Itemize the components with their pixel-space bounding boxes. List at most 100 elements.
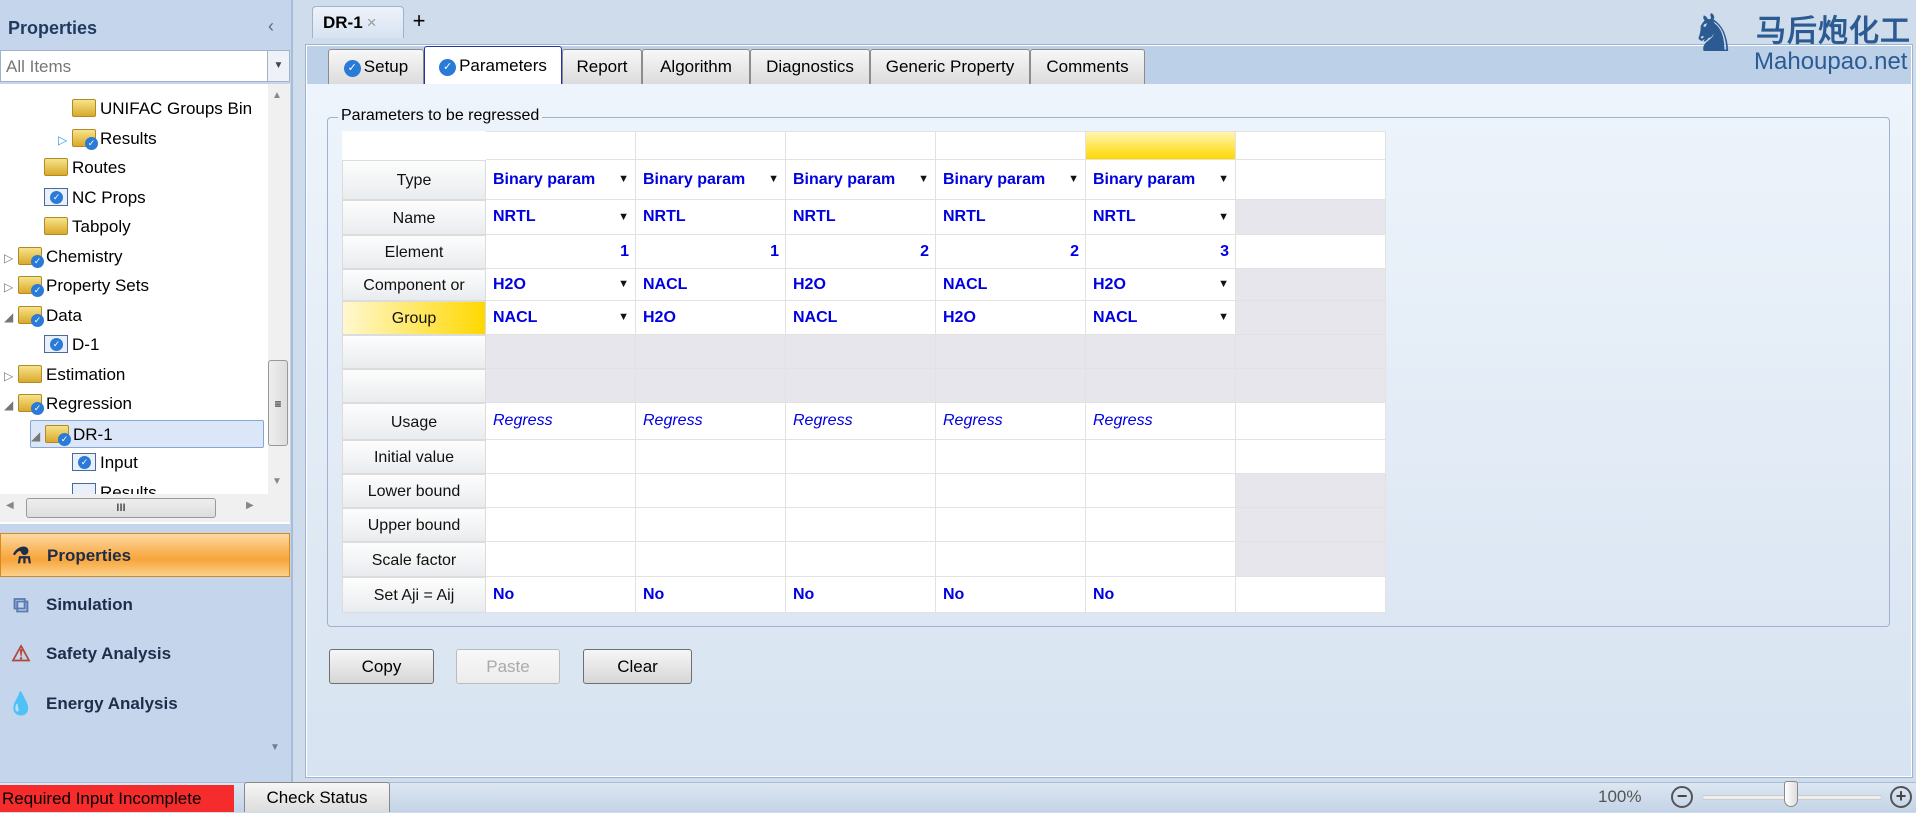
grid-cell[interactable]: No	[486, 577, 636, 613]
grid-cell[interactable]	[1236, 335, 1386, 369]
grid-cell[interactable]	[1236, 160, 1386, 200]
grid-cell[interactable]	[486, 508, 636, 542]
grid-cell[interactable]: H2O	[786, 269, 936, 301]
grid-cell[interactable]	[786, 440, 936, 474]
grid-cell[interactable]: H2O	[636, 301, 786, 335]
grid-cell[interactable]	[486, 474, 636, 508]
grid-cell[interactable]: NACL ▼	[486, 301, 636, 335]
tab-comments[interactable]: Comments	[1030, 49, 1145, 84]
grid-cell[interactable]	[1236, 508, 1386, 542]
grid-cell[interactable]	[1086, 542, 1236, 577]
grid-cell[interactable]: Regress	[786, 403, 936, 440]
zoom-slider-thumb[interactable]	[1784, 781, 1798, 807]
grid-cell[interactable]: NACL	[636, 269, 786, 301]
grid-cell[interactable]	[1236, 542, 1386, 577]
grid-cell[interactable]: 1	[636, 235, 786, 269]
tree-item-d-1[interactable]: D-1	[30, 331, 99, 359]
grid-cell[interactable]	[1236, 269, 1386, 301]
zoom-out-icon[interactable]: −	[1671, 786, 1693, 808]
grid-cell[interactable]	[636, 369, 786, 403]
grid-cell[interactable]: No	[636, 577, 786, 613]
grid-cell[interactable]: NRTL	[936, 200, 1086, 235]
tree-item-estimation[interactable]: ▷ Estimation	[4, 361, 125, 389]
grid-cell[interactable]	[786, 474, 936, 508]
grid-cell[interactable]	[1236, 301, 1386, 335]
column-header[interactable]	[936, 131, 1086, 160]
tab-parameters[interactable]: ✓ Parameters	[424, 46, 562, 84]
grid-cell[interactable]	[486, 440, 636, 474]
grid-cell[interactable]	[636, 440, 786, 474]
grid-cell[interactable]: No	[786, 577, 936, 613]
grid-cell[interactable]: Binary param ▼	[786, 160, 936, 200]
grid-cell[interactable]: Regress	[1086, 403, 1236, 440]
grid-cell[interactable]	[936, 474, 1086, 508]
grid-cell[interactable]	[1236, 474, 1386, 508]
tree-item-unifac-groups-bin[interactable]: UNIFAC Groups Bin	[58, 95, 252, 123]
scroll-down-icon[interactable]: ▼	[272, 476, 282, 487]
grid-cell[interactable]: H2O ▼	[486, 269, 636, 301]
nav-safety-analysis[interactable]: ⚠ Safety Analysis	[0, 632, 290, 676]
grid-cell[interactable]	[486, 369, 636, 403]
expand-icon[interactable]: ▷	[4, 273, 18, 301]
grid-cell[interactable]	[486, 335, 636, 369]
copy-button[interactable]: Copy	[329, 649, 434, 684]
tree-item-tabpoly[interactable]: Tabpoly	[30, 213, 131, 241]
nav-more-icon[interactable]: ▼	[270, 742, 280, 753]
grid-cell[interactable]: 3	[1086, 235, 1236, 269]
grid-cell[interactable]	[1236, 440, 1386, 474]
zoom-in-icon[interactable]: +	[1890, 786, 1912, 808]
grid-cell[interactable]	[1086, 335, 1236, 369]
grid-cell[interactable]: NACL ▼	[1086, 301, 1236, 335]
expand-icon[interactable]: ◢	[4, 391, 18, 419]
grid-cell[interactable]	[1086, 369, 1236, 403]
grid-cell[interactable]	[936, 440, 1086, 474]
vertical-scroll-thumb[interactable]: ≡	[268, 360, 288, 446]
chevron-down-icon[interactable]: ▼	[267, 51, 289, 81]
grid-cell[interactable]	[786, 335, 936, 369]
add-tab-button[interactable]: +	[408, 10, 430, 34]
dropdown-arrow-icon[interactable]: ▼	[1218, 211, 1229, 223]
expand-icon[interactable]: ▷	[58, 126, 72, 154]
grid-cell[interactable]: Regress	[486, 403, 636, 440]
tree-item-input[interactable]: Input	[58, 449, 138, 477]
grid-cell[interactable]	[1236, 200, 1386, 235]
grid-cell[interactable]: No	[936, 577, 1086, 613]
grid-cell[interactable]	[486, 542, 636, 577]
grid-cell[interactable]: Binary param ▼	[1086, 160, 1236, 200]
tree-item-dr-1[interactable]: ◢ DR-1	[30, 419, 264, 448]
dropdown-arrow-icon[interactable]: ▼	[918, 173, 929, 185]
grid-cell[interactable]	[936, 542, 1086, 577]
grid-cell[interactable]	[1236, 369, 1386, 403]
scroll-left-icon[interactable]: ◀	[6, 500, 14, 511]
grid-cell[interactable]	[936, 335, 1086, 369]
tree-item-chemistry[interactable]: ▷ Chemistry	[4, 243, 123, 271]
scroll-up-icon[interactable]: ▲	[272, 90, 282, 101]
grid-cell[interactable]: 2	[786, 235, 936, 269]
tree-item-results[interactable]: ▷ Results	[58, 125, 157, 153]
dropdown-arrow-icon[interactable]: ▼	[618, 211, 629, 223]
grid-cell[interactable]: Regress	[636, 403, 786, 440]
dropdown-arrow-icon[interactable]: ▼	[1068, 173, 1079, 185]
grid-cell[interactable]	[1236, 235, 1386, 269]
expand-icon[interactable]: ▷	[4, 244, 18, 272]
tab-setup[interactable]: ✓ Setup	[328, 49, 424, 84]
column-header[interactable]	[786, 131, 936, 160]
clear-button[interactable]: Clear	[583, 649, 692, 684]
paste-button[interactable]: Paste	[456, 649, 560, 684]
grid-cell[interactable]	[786, 369, 936, 403]
dropdown-arrow-icon[interactable]: ▼	[1218, 311, 1229, 323]
grid-cell[interactable]: NACL	[786, 301, 936, 335]
grid-cell[interactable]: H2O ▼	[1086, 269, 1236, 301]
grid-cell[interactable]: NRTL	[636, 200, 786, 235]
column-header[interactable]	[1236, 131, 1386, 160]
grid-cell[interactable]	[636, 335, 786, 369]
tree-item-nc-props[interactable]: NC Props	[30, 184, 146, 212]
filter-select[interactable]: All Items ▼	[0, 50, 290, 82]
tab-generic-property[interactable]: Generic Property	[870, 49, 1030, 84]
grid-cell[interactable]: NRTL	[786, 200, 936, 235]
grid-cell[interactable]	[1236, 403, 1386, 440]
grid-cell[interactable]	[636, 508, 786, 542]
nav-simulation[interactable]: ⧉ Simulation	[0, 583, 290, 627]
grid-cell[interactable]: NRTL ▼	[486, 200, 636, 235]
grid-cell[interactable]: No	[1086, 577, 1236, 613]
